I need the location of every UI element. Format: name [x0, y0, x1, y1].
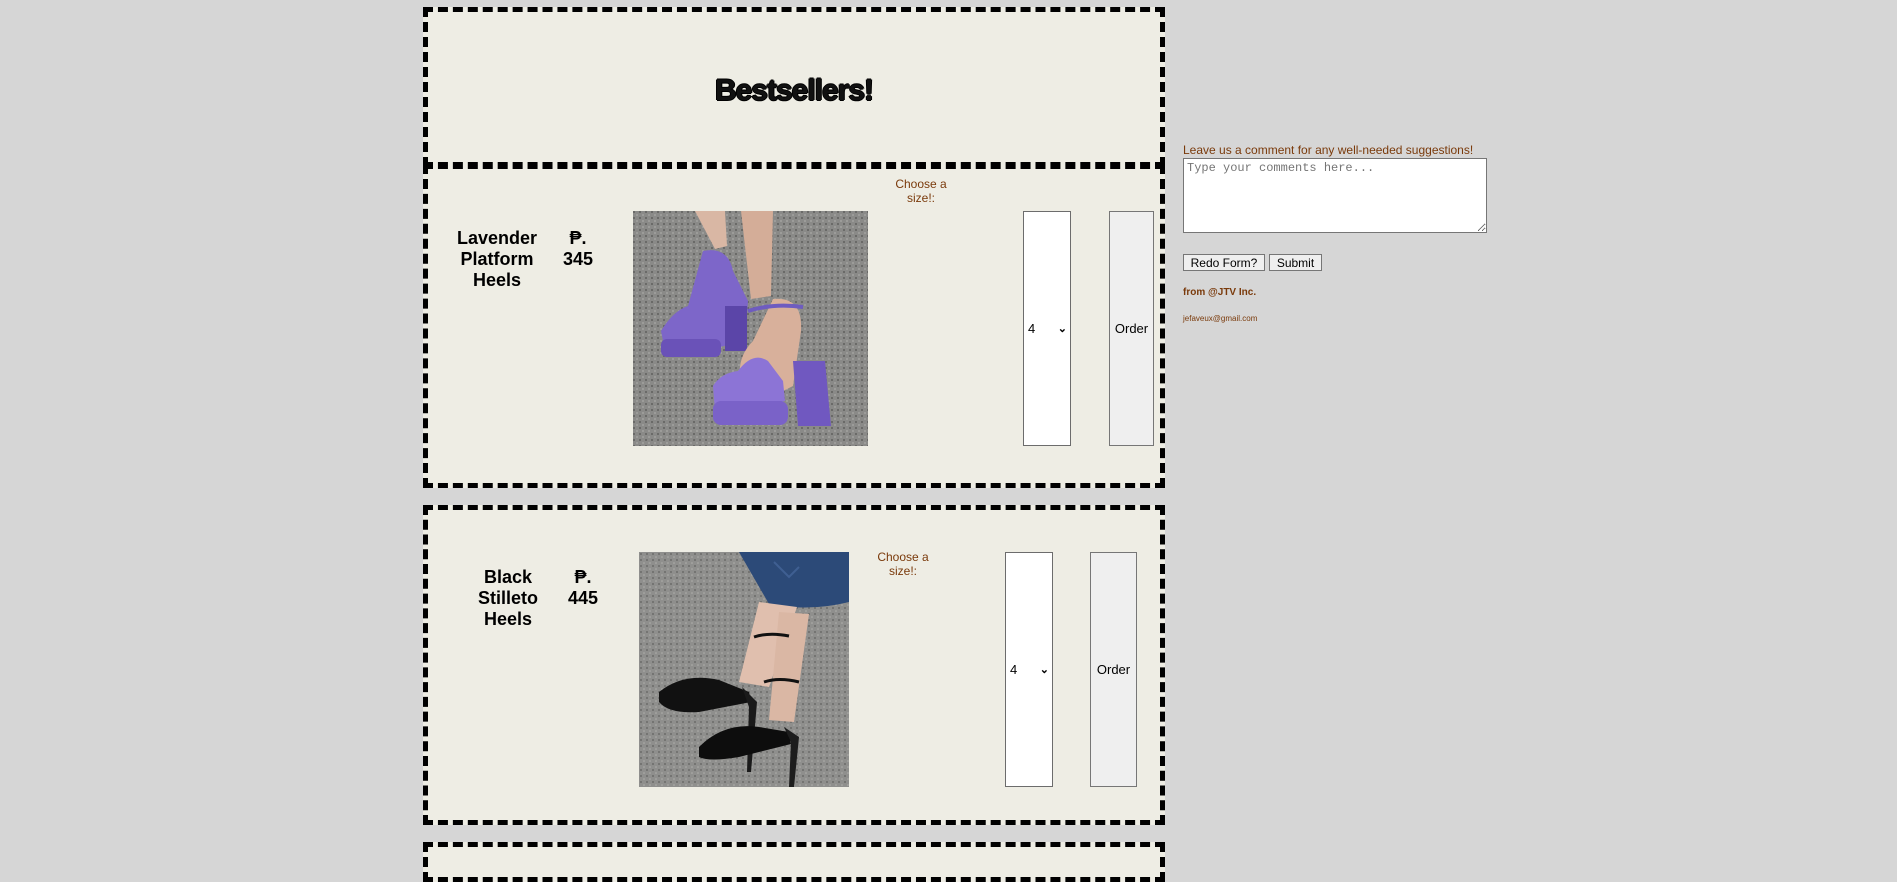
- company-credit: from @JTV Inc.: [1183, 287, 1257, 298]
- comment-textarea[interactable]: [1183, 158, 1487, 233]
- chevron-down-icon: ⌄: [1057, 323, 1067, 335]
- order-button[interactable]: Order: [1090, 552, 1137, 787]
- size-label: Choose a size!:: [877, 550, 929, 578]
- contact-email: jefaveux@gmail.com: [1183, 314, 1258, 323]
- selected-size: 4: [1010, 662, 1018, 677]
- size-label: Choose a size!:: [895, 177, 947, 205]
- product-card-partial: [423, 842, 1165, 882]
- product-image-black-heels: [639, 552, 849, 787]
- chevron-down-icon: ⌄: [1039, 664, 1049, 676]
- redo-form-button[interactable]: Redo Form?: [1183, 254, 1265, 271]
- order-button[interactable]: Order: [1109, 211, 1154, 446]
- size-select[interactable]: 4 ⌄: [1023, 211, 1071, 446]
- selected-size: 4: [1028, 321, 1036, 336]
- submit-button[interactable]: Submit: [1269, 254, 1322, 271]
- product-card-lavender: Lavender Platform Heels ₱. 345 Choose a …: [423, 164, 1165, 488]
- product-image-lavender-heels: [633, 211, 868, 446]
- page-title: Bestsellers!: [714, 74, 874, 107]
- product-name: Black Stilleto Heels: [477, 567, 538, 629]
- product-card-black: Black Stilleto Heels ₱. 445 Choose a siz…: [423, 505, 1165, 825]
- product-name: Lavender Platform Heels: [456, 228, 538, 290]
- comment-label: Leave us a comment for any well-needed s…: [1183, 143, 1474, 157]
- header-panel: Bestsellers!: [423, 7, 1165, 167]
- product-price: ₱. 445: [567, 567, 599, 608]
- size-select[interactable]: 4 ⌄: [1005, 552, 1053, 787]
- product-price: ₱. 345: [562, 228, 594, 269]
